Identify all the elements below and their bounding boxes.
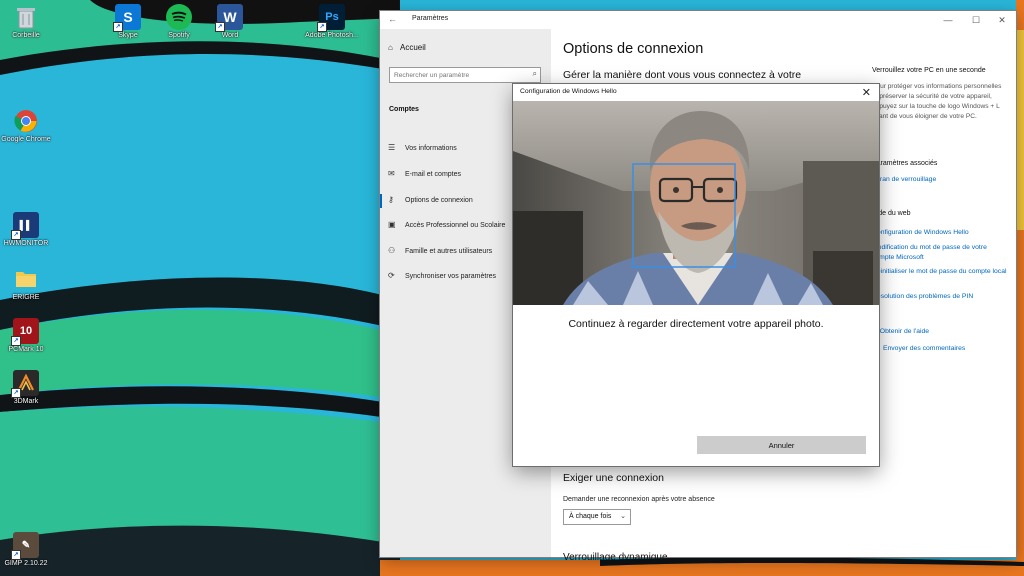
desktop-icon-recycle-bin[interactable]: Corbeille (0, 4, 56, 40)
link-windows-hello[interactable]: Configuration de Windows Hello (872, 228, 1007, 238)
desktop-icon-label: ERIGRE (12, 294, 40, 301)
settings-titlebar: ← Paramètres — ☐ ✕ (380, 11, 1016, 29)
nav-item-label: E-mail et comptes (405, 171, 462, 178)
desktop-icon-label: Corbeille (12, 32, 40, 39)
home-icon: ⌂ (388, 43, 393, 52)
desktop-icon-label: Word (221, 32, 239, 39)
nav-home-label: Accueil (400, 43, 426, 52)
dialog-message: Continuez à regarder directement votre a… (568, 318, 824, 330)
link-get-help[interactable]: ?Obtenir de l'aide (872, 327, 1007, 337)
camera-feed (513, 101, 879, 305)
maximize-icon[interactable]: ☐ (964, 13, 988, 27)
pcmark-icon: 10 ↗ (11, 318, 39, 346)
shortcut-arrow-icon: ↗ (11, 388, 21, 398)
dynamic-lock-heading: Verrouillage dynamique (563, 552, 668, 563)
desktop-icon-pcmark[interactable]: 10 ↗ PCMark 10 (0, 318, 56, 354)
sync-icon: ⟳ (388, 271, 395, 280)
3dmark-icon: ↗ (11, 370, 39, 398)
desktop-icon-gimp[interactable]: ✎ ↗ GIMP 2.10.22 (0, 532, 56, 568)
require-signin-heading: Exiger une connexion (563, 472, 664, 484)
hwmonitor-icon: ▌▌ ↗ (11, 212, 39, 240)
chevron-down-icon: ⌄ (620, 513, 626, 520)
desktop-icon-chrome[interactable]: Google Chrome (0, 108, 56, 144)
shortcut-arrow-icon: ↗ (113, 22, 123, 32)
shortcut-arrow-icon: ↗ (317, 22, 327, 32)
link-pin-troubleshoot[interactable]: Résolution des problèmes de PIN (872, 292, 1007, 302)
desktop-icon-label: HWMONITOR (3, 240, 49, 247)
person-card-icon: ☰ (388, 143, 396, 152)
window-title: Paramètres (412, 15, 449, 22)
spotify-icon (166, 4, 192, 30)
word-icon: W ↗ (215, 4, 243, 32)
link-label: Obtenir de l'aide (879, 328, 930, 335)
briefcase-icon: ▣ (388, 220, 396, 229)
search-input[interactable] (394, 69, 522, 81)
folder-icon (13, 266, 39, 292)
camera-preview (513, 101, 879, 305)
shortcut-arrow-icon: ↗ (11, 336, 21, 346)
lock-title: Verrouillez votre PC en une seconde (872, 67, 986, 74)
key-icon: ⚷ (388, 195, 394, 204)
desktop-icon-label: Adobe Photosh... (305, 32, 359, 39)
desktop-icon-photoshop[interactable]: Ps ↗ Adobe Photosh... (302, 4, 362, 40)
minimize-icon[interactable]: — (936, 13, 960, 27)
recycle-bin-icon (13, 4, 39, 30)
related-heading: Paramètres associés (872, 160, 938, 167)
link-feedback[interactable]: ☺Envoyer des commentaires (872, 344, 1007, 354)
require-signin-label: Demander une reconnexion après votre abs… (563, 496, 715, 503)
require-signin-dropdown[interactable]: À chaque fois ⌄ (563, 509, 631, 525)
desktop-icon-hwmonitor[interactable]: ▌▌ ↗ HWMONITOR (0, 212, 56, 248)
dialog-titlebar: Configuration de Windows Hello ✕ (513, 84, 879, 102)
nav-section-title: Comptes (389, 106, 419, 113)
nav-item-label: Synchroniser vos paramètres (405, 273, 497, 280)
shortcut-arrow-icon: ↗ (11, 550, 21, 560)
desktop-icon-label: 3DMark (13, 398, 39, 405)
desktop-icon-word[interactable]: W ↗ Word (200, 4, 260, 40)
shortcut-arrow-icon: ↗ (11, 230, 21, 240)
people-icon: ⚇ (388, 246, 396, 255)
nav-item-label: Options de connexion (405, 197, 473, 204)
desktop-icon-label: PCMark 10 (8, 346, 44, 353)
lock-text: Pour protéger vos informations personnel… (872, 83, 1002, 120)
shortcut-arrow-icon: ↗ (215, 22, 225, 32)
page-title: Options de connexion (563, 41, 704, 57)
desktop-icon-3dmark[interactable]: ↗ 3DMark (0, 370, 56, 406)
dialog-title: Configuration de Windows Hello (520, 88, 617, 95)
link-reset-password[interactable]: Réinitialiser le mot de passe du compte … (872, 267, 1007, 277)
nav-item-label: Accès Professionnel ou Scolaire (405, 222, 506, 229)
close-icon[interactable]: ✕ (862, 86, 871, 99)
nav-item-label: Famille et autres utilisateurs (405, 248, 493, 255)
dropdown-value: À chaque fois (569, 513, 612, 520)
windows-hello-dialog: Configuration de Windows Hello ✕ Continu… (513, 84, 879, 466)
gimp-icon: ✎ ↗ (11, 532, 39, 560)
cancel-button[interactable]: Annuler (697, 436, 866, 454)
chrome-icon (13, 108, 39, 134)
mail-icon: ✉ (388, 169, 395, 178)
desktop-icon-label: Google Chrome (1, 136, 51, 143)
search-icon[interactable]: ⌕ (533, 69, 537, 79)
nav-home[interactable]: ⌂ Accueil (388, 43, 426, 52)
desktop-icon-folder[interactable]: ERIGRE (0, 266, 56, 302)
search-box[interactable]: ⌕ (389, 67, 541, 83)
page-subtitle: Gérer la manière dont vous vous connecte… (563, 69, 802, 81)
link-change-password[interactable]: Modification du mot de passe de votre co… (872, 243, 1007, 262)
desktop-icon-label: GIMP 2.10.22 (4, 560, 48, 567)
link-lock-screen[interactable]: Écran de verrouillage (872, 175, 1007, 185)
nav-item-label: Vos informations (405, 145, 457, 152)
link-label: Envoyer des commentaires (882, 345, 966, 352)
back-arrow-icon[interactable]: ← (388, 14, 397, 24)
skype-icon: S ↗ (113, 4, 141, 32)
close-icon[interactable]: ✕ (990, 13, 1014, 27)
photoshop-icon: Ps ↗ (317, 4, 345, 32)
